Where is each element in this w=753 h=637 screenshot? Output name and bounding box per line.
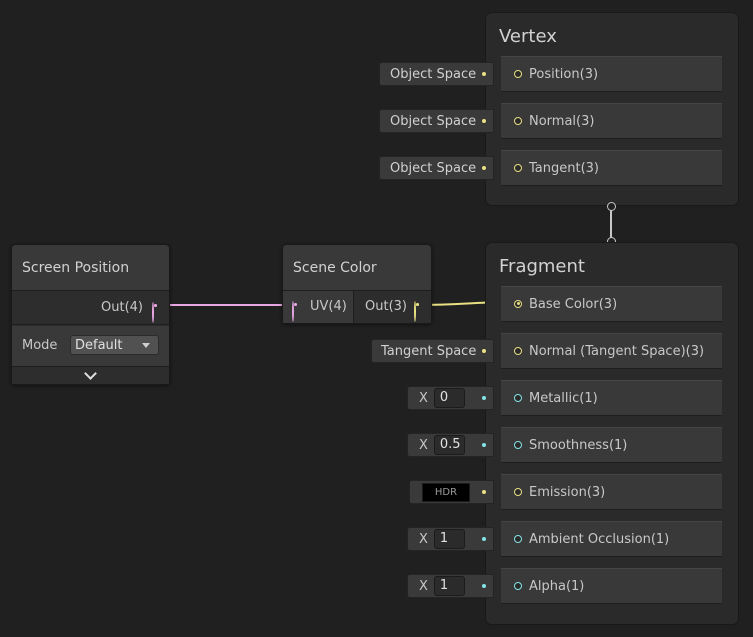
metallic-input[interactable]: X 0 xyxy=(407,386,494,410)
base-color-port[interactable] xyxy=(514,300,522,308)
normal-ts-port[interactable] xyxy=(514,347,522,355)
normal-ts-input-dot xyxy=(482,349,486,353)
smoothness-axis-label: X xyxy=(419,437,428,453)
tangent-label: Tangent(3) xyxy=(529,160,599,176)
scene-color-out-label: Out(3) xyxy=(365,299,407,314)
screen-position-out-port[interactable] xyxy=(152,302,154,323)
vertex-flow-out-port xyxy=(607,202,616,211)
position-port[interactable] xyxy=(514,70,522,78)
fragment-block-base-color[interactable]: Base Color(3) xyxy=(501,286,722,322)
normal-space-label: Object Space xyxy=(390,113,477,129)
fragment-block-alpha[interactable]: Alpha(1) xyxy=(501,568,722,604)
tangent-input-dot xyxy=(482,166,486,170)
normal-ts-space-label: Tangent Space xyxy=(381,343,477,359)
smoothness-label: Smoothness(1) xyxy=(529,437,628,453)
smoothness-port[interactable] xyxy=(514,441,522,449)
emission-input[interactable]: HDR xyxy=(409,480,494,504)
vertex-block-tangent[interactable]: Tangent(3) xyxy=(501,150,722,186)
chevron-down-icon xyxy=(84,367,97,380)
alpha-label: Alpha(1) xyxy=(529,578,585,594)
scene-color-uv-port[interactable] xyxy=(292,301,294,322)
emission-input-dot xyxy=(482,490,486,494)
vertex-title: Vertex xyxy=(499,26,557,47)
normal-space-input[interactable]: Object Space xyxy=(379,109,494,133)
alpha-port[interactable] xyxy=(514,582,522,590)
position-label: Position(3) xyxy=(529,66,599,82)
alpha-axis-label: X xyxy=(419,578,428,594)
metallic-input-dot xyxy=(482,396,486,400)
normal-input-dot xyxy=(482,119,486,123)
vertex-block-normal[interactable]: Normal(3) xyxy=(501,103,722,139)
vertex-block-position[interactable]: Position(3) xyxy=(501,56,722,92)
tangent-space-label: Object Space xyxy=(390,160,477,176)
scene-color-title[interactable]: Scene Color xyxy=(283,245,431,291)
normal-ts-label: Normal (Tangent Space)(3) xyxy=(529,343,705,359)
fragment-block-metallic[interactable]: Metallic(1) xyxy=(501,380,722,416)
ao-input[interactable]: X 1 xyxy=(407,527,494,551)
normal-ts-space-input[interactable]: Tangent Space xyxy=(371,339,494,363)
mode-dropdown[interactable]: Default xyxy=(70,335,159,355)
dropdown-caret-icon xyxy=(142,342,150,348)
position-input-dot xyxy=(482,72,486,76)
screen-position-out-label: Out(4) xyxy=(101,300,143,315)
ao-value-field[interactable]: 1 xyxy=(433,529,465,549)
fragment-block-ambient-occlusion[interactable]: Ambient Occlusion(1) xyxy=(501,521,722,557)
emission-color-swatch[interactable]: HDR xyxy=(422,482,470,502)
position-space-label: Object Space xyxy=(390,66,477,82)
fragment-block-emission[interactable]: Emission(3) xyxy=(501,474,722,510)
alpha-input[interactable]: X 1 xyxy=(407,574,494,598)
scene-color-inputs: UV(4) xyxy=(283,291,354,323)
metallic-value-field[interactable]: 0 xyxy=(433,388,465,408)
mode-label: Mode xyxy=(22,338,58,353)
alpha-input-dot xyxy=(482,584,486,588)
mode-dropdown-value: Default xyxy=(75,337,123,353)
base-color-label: Base Color(3) xyxy=(529,296,618,312)
scene-color-uv-label: UV(4) xyxy=(310,299,347,314)
smoothness-input-dot xyxy=(482,443,486,447)
metallic-port[interactable] xyxy=(514,394,522,402)
metallic-axis-label: X xyxy=(419,390,428,406)
screen-position-outputs: Out(4) xyxy=(12,291,169,325)
tangent-port[interactable] xyxy=(514,164,522,172)
ao-label: Ambient Occlusion(1) xyxy=(529,531,670,547)
screen-position-settings: Mode Default xyxy=(12,326,169,366)
metallic-label: Metallic(1) xyxy=(529,390,598,406)
emission-port[interactable] xyxy=(514,488,522,496)
normal-port[interactable] xyxy=(514,117,522,125)
ao-port[interactable] xyxy=(514,535,522,543)
scene-color-outputs: Out(3) xyxy=(355,291,431,323)
fragment-block-normal[interactable]: Normal (Tangent Space)(3) xyxy=(501,333,722,369)
smoothness-input[interactable]: X 0.5 xyxy=(407,433,494,457)
position-space-input[interactable]: Object Space xyxy=(379,62,494,86)
fragment-title: Fragment xyxy=(499,256,585,277)
scene-color-node[interactable]: Scene Color UV(4) Out(3) xyxy=(282,244,432,324)
alpha-value-field[interactable]: 1 xyxy=(433,576,465,596)
ao-axis-label: X xyxy=(419,531,428,547)
ao-input-dot xyxy=(482,537,486,541)
collapse-toggle[interactable] xyxy=(12,366,169,384)
emission-label: Emission(3) xyxy=(529,484,606,500)
screen-position-title[interactable]: Screen Position xyxy=(12,245,169,291)
normal-label: Normal(3) xyxy=(529,113,595,129)
tangent-space-input[interactable]: Object Space xyxy=(379,156,494,180)
fragment-block-smoothness[interactable]: Smoothness(1) xyxy=(501,427,722,463)
smoothness-value-field[interactable]: 0.5 xyxy=(433,435,465,455)
screen-position-node[interactable]: Screen Position Out(4) Mode Default xyxy=(11,244,170,385)
scene-color-out-port[interactable] xyxy=(414,301,416,322)
